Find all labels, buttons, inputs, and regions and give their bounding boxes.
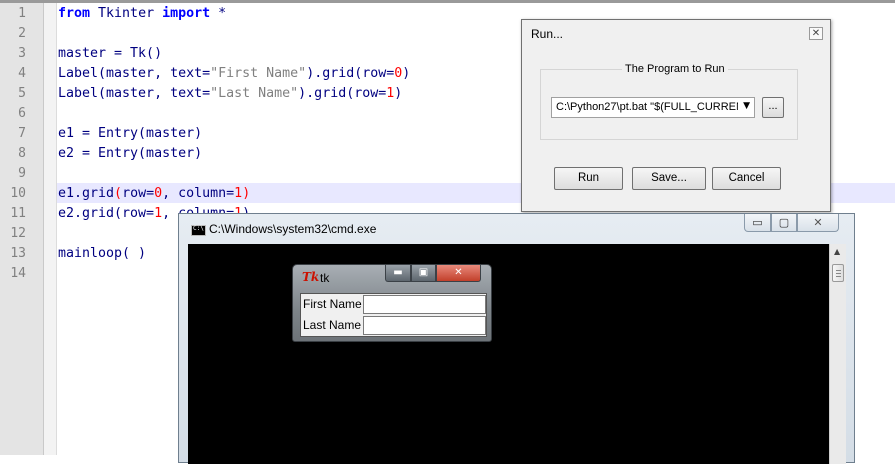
tk-window: Tk tk ▬ ▣ ✕ First Name Last Name: [292, 264, 492, 342]
maximize-icon[interactable]: ▣: [411, 265, 436, 282]
cancel-button[interactable]: Cancel: [712, 167, 781, 190]
line-number: 10: [10, 186, 26, 201]
code-token: ).grid(row=: [298, 86, 387, 101]
run-dialog: Run... ✕ The Program to Run C:\Python27\…: [521, 19, 831, 212]
chevron-down-icon[interactable]: ▼: [743, 101, 750, 111]
last-name-entry[interactable]: [363, 316, 486, 335]
code-token: (: [114, 186, 123, 201]
run-button[interactable]: Run: [554, 167, 623, 190]
code-token: 1: [234, 186, 243, 201]
scroll-up-icon[interactable]: ▲: [834, 247, 840, 256]
tk-window-title: tk: [320, 271, 330, 285]
browse-button[interactable]: ...: [762, 97, 784, 118]
command-combobox-value: C:\Python27\pt.bat "$(FULL_CURRENT_PATH)…: [556, 101, 738, 113]
code-line[interactable]: e1 = Entry(master): [58, 124, 202, 144]
command-combobox[interactable]: C:\Python27\pt.bat "$(FULL_CURRENT_PATH)…: [551, 97, 755, 118]
code-token: "Last Name": [210, 86, 299, 101]
code-line[interactable]: mainloop( ): [58, 244, 146, 264]
code-token: import: [162, 6, 211, 21]
line-number: 3: [18, 46, 26, 61]
code-token: ): [242, 186, 251, 201]
line-number: 2: [18, 26, 26, 41]
console-icon: C:\: [191, 225, 206, 236]
code-token: e1.grid: [58, 186, 115, 201]
code-token: e2 = Entry(master): [58, 146, 203, 161]
close-icon[interactable]: ✕: [436, 265, 481, 282]
first-name-entry[interactable]: [363, 295, 486, 314]
first-name-label: First Name: [303, 297, 362, 311]
code-line[interactable]: master = Tk(): [58, 44, 162, 64]
cmd-window: C:\ C:\Windows\system32\cmd.exe ▭ ▢ ✕ ▲: [178, 213, 855, 464]
last-name-label: Last Name: [303, 318, 362, 332]
code-token: ): [394, 86, 403, 101]
maximize-icon[interactable]: ▢: [771, 214, 797, 232]
code-token: ).grid(row=: [306, 66, 395, 81]
vertical-scrollbar[interactable]: ▲: [829, 244, 846, 464]
code-line[interactable]: from Tkinter import *: [58, 4, 226, 24]
console-icon-text: C:\: [193, 225, 204, 232]
line-number: 11: [10, 206, 26, 221]
console-output[interactable]: [188, 244, 829, 464]
line-number: 5: [18, 86, 26, 101]
code-token: e1 = Entry(master): [58, 126, 203, 141]
code-token: e2.grid(row=: [58, 206, 155, 221]
close-icon[interactable]: ✕: [809, 27, 823, 40]
editor-top-border: [0, 0, 895, 3]
code-token: from: [58, 6, 91, 21]
code-token: 1: [154, 206, 163, 221]
line-number: 6: [18, 106, 26, 121]
code-line[interactable]: Label(master, text="Last Name").grid(row…: [58, 84, 402, 104]
code-token: ): [402, 66, 411, 81]
run-dialog-title: Run...: [531, 27, 564, 41]
minimize-icon[interactable]: ▬: [385, 265, 411, 282]
line-number: 7: [18, 126, 26, 141]
save-button[interactable]: Save...: [632, 167, 706, 190]
line-number: 12: [10, 226, 26, 241]
code-token: *: [210, 6, 227, 21]
code-token: Tkinter: [90, 6, 163, 21]
line-number: 13: [10, 246, 26, 261]
code-token: mainloop( ): [58, 246, 147, 261]
scroll-thumb[interactable]: [832, 264, 844, 282]
fold-margin: [44, 3, 57, 455]
code-token: Label(master, text=: [58, 86, 211, 101]
line-number-gutter: 1 2 3 4 5 6 7 8 9 10 11 12 13 14: [0, 3, 44, 455]
code-token: 0: [154, 186, 163, 201]
line-number: 4: [18, 66, 26, 81]
line-number: 9: [18, 166, 26, 181]
line-number: 1: [18, 6, 26, 21]
code-token: row=: [122, 186, 155, 201]
tk-client-area: First Name Last Name: [300, 293, 487, 337]
code-token: "First Name": [210, 66, 307, 81]
line-number: 14: [10, 266, 26, 281]
group-label: The Program to Run: [622, 63, 728, 75]
code-line[interactable]: e2 = Entry(master): [58, 144, 202, 164]
code-line[interactable]: e1.grid(row=0, column=1): [58, 184, 250, 204]
line-number: 8: [18, 146, 26, 161]
cmd-window-title: C:\Windows\system32\cmd.exe: [209, 222, 377, 236]
code-token: , column=: [162, 186, 235, 201]
code-token: master = Tk(): [58, 46, 163, 61]
tk-feather-icon: Tk: [302, 270, 320, 284]
close-icon[interactable]: ✕: [797, 214, 839, 232]
code-token: Label(master, text=: [58, 66, 211, 81]
minimize-icon[interactable]: ▭: [744, 214, 771, 232]
code-line[interactable]: Label(master, text="First Name").grid(ro…: [58, 64, 410, 84]
